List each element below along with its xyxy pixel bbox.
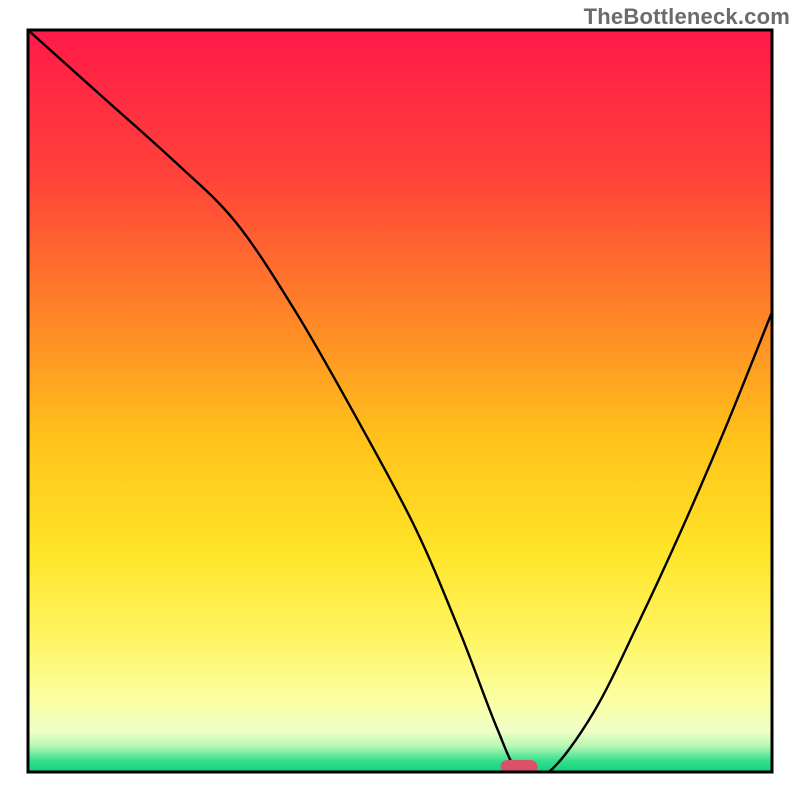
watermark-text: TheBottleneck.com (584, 4, 790, 30)
bottleneck-chart (0, 0, 800, 800)
gradient-background (28, 30, 772, 772)
chart-container: TheBottleneck.com (0, 0, 800, 800)
